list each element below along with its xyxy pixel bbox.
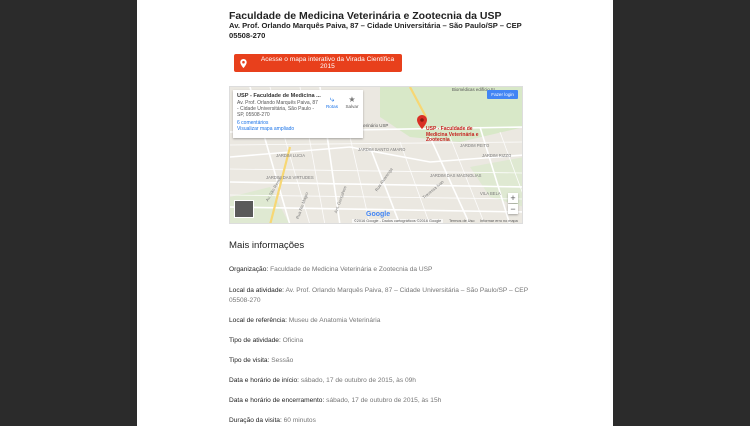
poi-name-label: USP - Faculdade de Medicina Veterinária … xyxy=(426,126,479,144)
venue-address: Av. Prof. Orlando Marquês Paiva, 87 – Ci… xyxy=(229,21,522,40)
field-value: sábado, 17 de outubro de 2015, às 15h xyxy=(326,397,442,404)
field-label: Tipo de atividade: xyxy=(229,337,281,344)
field-end-datetime: Data e horário de encerramento: sábado, … xyxy=(229,396,529,406)
field-activity-type: Tipo de atividade: Oficina xyxy=(229,336,529,346)
directions-icon: ⤷ xyxy=(329,95,335,104)
map-pin-icon xyxy=(240,58,247,68)
field-value: Faculdade de Medicina Veterinária e Zoot… xyxy=(270,266,433,273)
field-value: Oficina xyxy=(282,337,304,344)
field-label: Tipo de visita: xyxy=(229,357,270,364)
event-detail-page: Faculdade de Medicina Veterinária e Zoot… xyxy=(137,0,613,426)
street-label: JARDIM RIZZO xyxy=(482,153,512,158)
field-visit-duration: Duração da visita: 60 minutos xyxy=(229,416,529,426)
terms-link[interactable]: Termos de Uso xyxy=(449,219,475,223)
embedded-map[interactable]: JARDIM SANTO AMARO JARDIM LUCIA JARDIM D… xyxy=(229,86,523,224)
field-value: Sessão xyxy=(271,357,294,364)
field-label: Local de referência: xyxy=(229,317,287,324)
interactive-map-button[interactable]: Acesse o mapa interativo da Virada Cient… xyxy=(234,54,402,72)
field-organization: Organização: Faculdade de Medicina Veter… xyxy=(229,265,529,275)
street-label: JARDIM DAS VIRTUDES xyxy=(266,175,314,180)
save-button[interactable]: ★ Salvar xyxy=(343,95,361,109)
routes-button[interactable]: ⤷ Rotas xyxy=(323,95,341,109)
more-info-heading: Mais informações xyxy=(229,240,305,251)
google-logo: Google xyxy=(366,211,391,218)
report-error-link[interactable]: Informar erro no mapa xyxy=(480,219,518,223)
field-reference-location: Local de referência: Museu de Anatomia V… xyxy=(229,316,529,326)
zoom-in-button[interactable]: + xyxy=(508,193,518,203)
street-label: JARDIM DAS MAGNOLIAS xyxy=(430,173,482,178)
star-icon: ★ xyxy=(348,95,356,104)
zoom-out-button[interactable]: − xyxy=(508,204,518,214)
signin-button[interactable]: Fazer login xyxy=(487,90,518,99)
field-value: Museu de Anatomia Veterinária xyxy=(288,317,381,324)
map-attribution: ©2016 Google - Dados cartográficos ©2016… xyxy=(352,219,444,223)
field-label: Organização: xyxy=(229,266,269,273)
field-value: sábado, 17 de outubro de 2015, às 09h xyxy=(300,377,416,384)
routes-label: Rotas xyxy=(325,104,338,109)
save-label: Salvar xyxy=(345,104,359,109)
field-label: Local da atividade: xyxy=(229,287,284,294)
field-label: Data e horário de encerramento: xyxy=(229,397,325,404)
satellite-toggle[interactable] xyxy=(234,200,254,218)
field-label: Data e horário de início: xyxy=(229,377,300,384)
place-address: Av. Prof. Orlando Marquês Paiva, 87 - Ci… xyxy=(237,100,318,118)
field-activity-location: Local da atividade: Av. Prof. Orlando Ma… xyxy=(229,286,529,306)
place-info-card: USP - Faculdade de Medicina ... Av. Prof… xyxy=(233,90,363,138)
street-label: JARDIM SANTO AMARO xyxy=(358,147,406,152)
interactive-map-button-label: Acesse o mapa interativo da Virada Cient… xyxy=(260,56,395,70)
field-label: Duração da visita: xyxy=(229,417,282,424)
street-label: VILA BELA xyxy=(480,191,501,196)
field-start-datetime: Data e horário de início: sábado, 17 de … xyxy=(229,376,529,386)
field-visit-type: Tipo de visita: Sessão xyxy=(229,356,529,366)
street-label: JARDIM LUCIA xyxy=(276,153,306,158)
field-value: 60 minutos xyxy=(283,417,316,424)
enlarge-map-link[interactable]: Visualizar mapa ampliado xyxy=(237,126,359,132)
